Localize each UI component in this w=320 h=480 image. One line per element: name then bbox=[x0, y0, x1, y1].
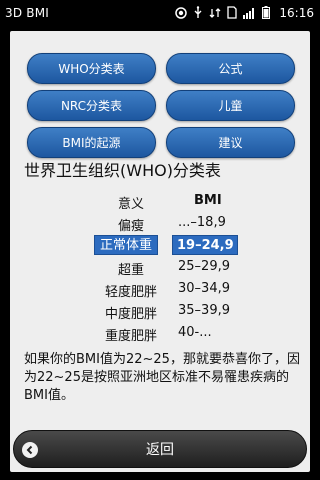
table-row: 超重 25–29,9 bbox=[96, 257, 296, 279]
table-row: 中度肥胖 35–39,9 bbox=[96, 301, 296, 323]
record-icon bbox=[174, 6, 188, 20]
row-meaning: 中度肥胖 bbox=[104, 307, 157, 322]
row-range: 35–39,9 bbox=[178, 303, 230, 318]
back-button[interactable]: 返回 bbox=[13, 430, 307, 468]
row-meaning: 偏瘦 bbox=[117, 219, 144, 234]
bmi-note-text: 如果你的BMI值为22~25，那就要恭喜你了，因为22~25是按照亚洲地区标准不… bbox=[24, 352, 300, 403]
back-button-label: 返回 bbox=[146, 442, 174, 458]
who-table-button[interactable]: WHO分类表 bbox=[27, 53, 156, 84]
table-row-highlighted: 正常体重 19–24,9 bbox=[94, 235, 296, 257]
clock: 16:16 bbox=[279, 5, 314, 20]
section-title: 世界卫生组织(WHO)分类表 bbox=[24, 161, 221, 180]
content-panel: WHO分类表 公式 NRC分类表 儿童 BMI的起源 建议 世界卫生组织(WHO… bbox=[10, 31, 310, 472]
row-range: 25–29,9 bbox=[178, 259, 230, 274]
table-row: 重度肥胖 40-... bbox=[96, 323, 296, 345]
sd-card-icon bbox=[225, 6, 239, 20]
status-icons: 16:16 bbox=[174, 6, 314, 20]
row-meaning: 重度肥胖 bbox=[104, 329, 157, 344]
battery-icon bbox=[259, 6, 273, 20]
row-range: 19–24,9 bbox=[172, 235, 238, 255]
row-range: 40-... bbox=[178, 325, 212, 340]
row-meaning: 超重 bbox=[117, 263, 144, 278]
header-bmi: BMI bbox=[194, 193, 222, 208]
nrc-table-button[interactable]: NRC分类表 bbox=[27, 90, 156, 121]
app-title: 3D BMI bbox=[5, 5, 50, 20]
sync-icon bbox=[208, 6, 222, 20]
back-arrow-icon bbox=[22, 442, 38, 458]
table-header: 意义 BMI bbox=[96, 191, 296, 213]
formula-button[interactable]: 公式 bbox=[166, 53, 295, 84]
header-meaning: 意义 bbox=[117, 197, 144, 212]
row-meaning: 轻度肥胖 bbox=[104, 285, 157, 300]
status-bar: 3D BMI 16:16 bbox=[0, 0, 320, 25]
usb-icon bbox=[191, 6, 205, 20]
suggestions-button[interactable]: 建议 bbox=[166, 127, 295, 158]
signal-icon bbox=[242, 6, 256, 20]
row-meaning: 正常体重 bbox=[94, 235, 158, 255]
row-range: 30–34,9 bbox=[178, 281, 230, 296]
children-button[interactable]: 儿童 bbox=[166, 90, 295, 121]
table-row: 轻度肥胖 30–34,9 bbox=[96, 279, 296, 301]
row-range: ...–18,9 bbox=[178, 215, 226, 230]
table-row: 偏瘦 ...–18,9 bbox=[96, 213, 296, 235]
bmi-origin-button[interactable]: BMI的起源 bbox=[27, 127, 156, 158]
